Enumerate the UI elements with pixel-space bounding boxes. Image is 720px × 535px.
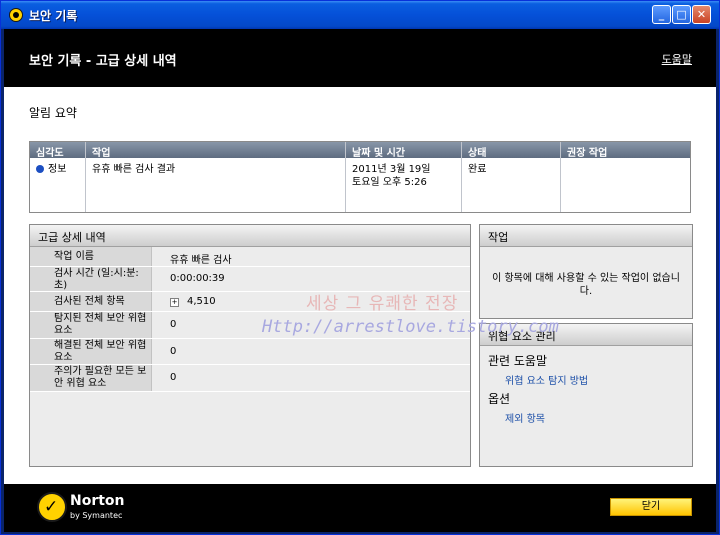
detail-value: 0: [170, 346, 177, 357]
detail-value: 0: [170, 319, 177, 330]
scanned-items-value: 4,510: [187, 296, 216, 307]
severity-cell: 정보: [36, 163, 66, 176]
task-cell: 유휴 빠른 검사 결과: [92, 164, 176, 175]
detail-row: 주의가 필요한 모든 보안 위협 요소 0: [30, 365, 470, 392]
footer-bar: ✓ Norton by Symantec 닫기: [4, 484, 716, 532]
maximize-button[interactable]: □: [672, 5, 691, 24]
expand-icon[interactable]: +: [170, 298, 179, 307]
detail-label: 검사 시간 (일:시:분:초): [30, 267, 152, 291]
detail-row: 해결된 전체 보안 위협 요소 0: [30, 339, 470, 365]
advanced-details-panel: 고급 상세 내역 작업 이름 유휴 빠른 검사 검사 시간 (일:시:분:초) …: [29, 224, 471, 467]
close-button[interactable]: 닫기: [610, 498, 692, 516]
detail-value: 0:00:00:39: [170, 273, 225, 284]
page-title: 보안 기록 - 고급 상세 내역: [29, 54, 177, 69]
detail-value: 0: [170, 372, 177, 383]
time-value: 토요일 오후 5:26: [352, 177, 427, 188]
column-header-recommended: 권장 작업: [567, 148, 608, 159]
close-window-button[interactable]: ✕: [692, 5, 711, 24]
threat-management-panel: 위협 요소 관리 관련 도움말 위협 요소 탐지 방법 옵션 제외 항목: [479, 323, 693, 467]
brand-subtitle: by Symantec: [70, 511, 123, 520]
checkmark-icon: ✓: [44, 497, 59, 517]
client-area: 보안 기록 - 고급 상세 내역 도움말 알림 요약 심각도 작업 날짜 및 시…: [4, 29, 716, 532]
detail-row: 작업 이름 유휴 빠른 검사: [30, 247, 470, 267]
table-header: 심각도 작업 날짜 및 시간 상태 권장 작업: [30, 142, 690, 159]
watermark-text: 세상 그 유쾌한 전장: [306, 294, 459, 314]
alert-summary-title: 알림 요약: [29, 106, 77, 120]
detail-label: 검사된 전체 항목: [30, 292, 152, 311]
column-header-severity: 심각도: [36, 148, 64, 159]
severity-value: 정보: [48, 164, 67, 175]
date-cell: 2011년 3월 19일 토요일 오후 5:26: [352, 163, 431, 189]
app-window: 보안 기록 _ □ ✕ 보안 기록 - 고급 상세 내역 도움말 알림 요약 심…: [0, 0, 720, 535]
alert-summary-table: 심각도 작업 날짜 및 시간 상태 권장 작업 정보 유휴 빠른 검사 결과 2…: [29, 141, 691, 213]
info-dot-icon: [36, 165, 44, 173]
detail-label: 탐지된 전체 보안 위협 요소: [30, 312, 152, 338]
advanced-details-title: 고급 상세 내역: [30, 225, 470, 247]
norton-logo-icon: ✓: [37, 492, 67, 522]
minimize-button[interactable]: _: [652, 5, 671, 24]
exclusions-link[interactable]: 제외 항목: [505, 410, 545, 425]
actions-title: 작업: [480, 225, 692, 247]
column-divider: [345, 142, 346, 212]
help-link[interactable]: 도움말: [662, 51, 692, 67]
related-help-heading: 관련 도움말: [488, 354, 548, 368]
header-bar: 보안 기록 - 고급 상세 내역 도움말: [4, 29, 716, 87]
detail-label: 주의가 필요한 모든 보안 위협 요소: [30, 365, 152, 391]
detail-value: 유휴 빠른 검사: [170, 255, 232, 266]
title-bar[interactable]: 보안 기록 _ □ ✕: [1, 1, 719, 29]
column-header-task: 작업: [92, 148, 111, 159]
detail-label: 작업 이름: [30, 247, 152, 266]
status-cell: 완료: [468, 164, 487, 175]
actions-message: 이 항목에 대해 사용할 수 있는 작업이 없습니다.: [492, 273, 680, 297]
actions-panel: 작업 이 항목에 대해 사용할 수 있는 작업이 없습니다.: [479, 224, 693, 319]
date-value: 2011년 3월 19일: [352, 164, 431, 175]
detail-value: +4,510: [170, 296, 216, 307]
column-header-date: 날짜 및 시간: [352, 148, 405, 159]
threat-detection-help-link[interactable]: 위협 요소 탐지 방법: [505, 372, 588, 387]
watermark-url: Http://arrestlove.tistory.com: [262, 317, 559, 337]
column-divider: [560, 142, 561, 212]
detail-label: 해결된 전체 보안 위협 요소: [30, 339, 152, 364]
options-heading: 옵션: [488, 392, 511, 406]
column-divider: [85, 142, 86, 212]
column-header-status: 상태: [468, 148, 487, 159]
brand-name: Norton: [70, 493, 125, 509]
norton-app-icon: [9, 8, 23, 22]
column-divider: [461, 142, 462, 212]
window-title: 보안 기록: [29, 9, 78, 23]
